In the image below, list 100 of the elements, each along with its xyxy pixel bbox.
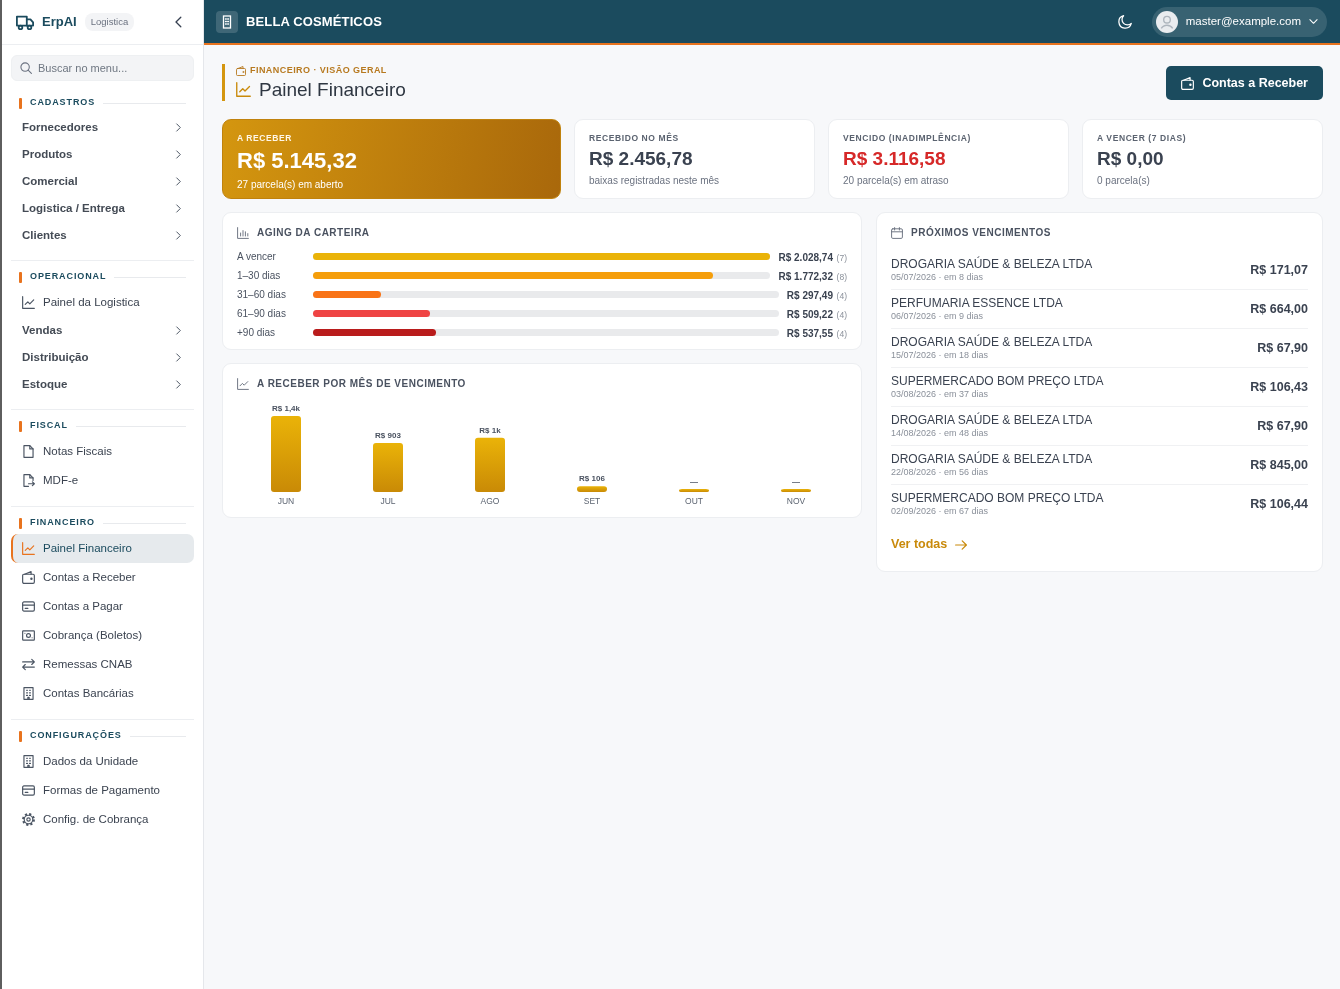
aging-count: (4) (836, 329, 847, 339)
due-amount: R$ 67,90 (1257, 339, 1308, 357)
due-amount: R$ 106,44 (1250, 495, 1308, 513)
aging-count: (8) (836, 272, 847, 282)
kpi-label: A VENCER (7 DIAS) (1097, 132, 1188, 145)
sidebar-item[interactable]: Comercial (11, 168, 194, 195)
bar-value-label: R$ 1,4k (272, 404, 300, 414)
due-date-text: 02/09/2026 · em 67 dias (891, 505, 990, 518)
line-chart-icon (22, 296, 35, 309)
moon-icon (1117, 14, 1132, 29)
sidebar-item[interactable]: Vendas (11, 317, 194, 344)
aging-amount: R$ 297,49 (786, 290, 833, 301)
sidebar-item[interactable]: Contas a Receber (11, 563, 194, 592)
chart-bar (373, 443, 403, 493)
theme-toggle-button[interactable] (1117, 14, 1132, 29)
credit-card-icon (22, 600, 35, 613)
accent-bar-icon (19, 97, 22, 109)
due-date-text: 05/07/2026 · em 8 dias (891, 271, 985, 284)
receivables-button[interactable]: Contas a Receber (1166, 66, 1323, 100)
kpi-note: 27 parcela(s) em aberto (237, 177, 345, 192)
sidebar-item[interactable]: Contas Bancárias (11, 679, 194, 708)
swap-arrows-icon (22, 658, 35, 671)
customer-name: DROGARIA SAÚDE & BELEZA LTDA (891, 257, 1093, 272)
line-chart-icon (22, 542, 35, 555)
sidebar-item[interactable]: Logistica / Entrega (11, 195, 194, 222)
aging-amount: R$ 509,22 (786, 309, 833, 320)
calendar-icon (891, 226, 903, 239)
chart-title: A RECEBER POR MÊS DE VENCIMENTO (257, 376, 466, 392)
sidebar-item[interactable]: Estoque (11, 371, 194, 398)
aging-amount: R$ 537,55 (786, 328, 833, 339)
building-icon (216, 10, 238, 33)
customer-name: SUPERMERCADO BOM PREÇO LTDA (891, 374, 1104, 389)
month-label: JUN (277, 496, 295, 507)
sidebar-item[interactable]: Contas a Pagar (11, 592, 194, 621)
aging-label: 1–30 dias (237, 269, 282, 284)
chart-bar (475, 437, 505, 493)
due-amount: R$ 845,00 (1250, 456, 1308, 474)
chevron-right-icon (174, 231, 183, 240)
sidebar-item[interactable]: Painel da Logistica (11, 288, 194, 317)
due-date-text: 03/08/2026 · em 37 dias (891, 388, 990, 401)
chart-bar (679, 489, 709, 493)
document-arrow-icon (22, 474, 35, 487)
due-amount: R$ 67,90 (1257, 417, 1308, 435)
breadcrumb: FINANCEIRO · VISÃO GERAL (250, 64, 387, 77)
section-title: FINANCEIRO (30, 516, 95, 530)
sidebar-item[interactable]: Formas de Pagamento (11, 776, 194, 805)
due-date-text: 06/07/2026 · em 9 dias (891, 310, 985, 323)
chevron-right-icon (174, 380, 183, 389)
user-menu-button[interactable]: master@example.com (1151, 6, 1327, 37)
aging-label: +90 dias (237, 326, 277, 341)
bar-value-label: — (690, 477, 698, 487)
line-chart-icon (237, 377, 249, 390)
document-icon (22, 445, 35, 458)
accent-bar-icon (19, 420, 22, 432)
wallet-icon (1181, 76, 1195, 90)
bar-chart-icon (237, 226, 249, 239)
sidebar-item[interactable]: Produtos (11, 141, 194, 168)
sidebar-item[interactable]: Painel Financeiro (11, 534, 194, 563)
sidebar-item[interactable]: Cobrança (Boletos) (11, 621, 194, 650)
aging-label: 61–90 dias (237, 307, 287, 322)
accent-bar-icon (19, 271, 22, 283)
chart-bar (577, 486, 607, 493)
sidebar-item[interactable]: Clientes (11, 222, 194, 249)
kpi-value: R$ 2.456,78 (589, 147, 694, 171)
bar-value-label: R$ 106 (579, 474, 605, 484)
building-icon (22, 755, 35, 768)
due-amount: R$ 171,07 (1250, 261, 1308, 279)
month-label: NOV (786, 496, 806, 507)
bar-value-label: R$ 903 (375, 431, 401, 441)
bar-value-label: — (792, 477, 800, 487)
bar-value-label: R$ 1k (479, 425, 501, 435)
kpi-note: 20 parcela(s) em atraso (843, 173, 950, 188)
sidebar-item[interactable]: Dados da Unidade (11, 747, 194, 776)
sidebar-item[interactable]: Distribuição (11, 344, 194, 371)
accent-bar-icon (19, 517, 22, 529)
due-date-text: 22/08/2026 · em 56 dias (891, 466, 990, 479)
sidebar-item[interactable]: Notas Fiscais (11, 437, 194, 466)
truck-icon (16, 13, 34, 31)
month-label: OUT (685, 496, 703, 507)
building-icon (22, 687, 35, 700)
customer-name: DROGARIA SAÚDE & BELEZA LTDA (891, 335, 1093, 350)
banknote-icon (22, 629, 35, 642)
sidebar-item[interactable]: MDF-e (11, 466, 194, 495)
line-chart-icon (236, 81, 251, 97)
customer-name: PERFUMARIA ESSENCE LTDA (891, 296, 1063, 311)
customer-name: DROGARIA SAÚDE & BELEZA LTDA (891, 413, 1093, 428)
chevron-down-icon (1309, 17, 1318, 26)
company-name: BELLA COSMÉTICOS (246, 12, 382, 31)
wallet-icon (22, 571, 35, 584)
kpi-label: A RECEBER (237, 132, 294, 145)
due-date-text: 14/08/2026 · em 48 dias (891, 427, 990, 440)
brand-name: ErpAI (42, 13, 77, 32)
chevron-right-icon (174, 353, 183, 362)
page-title: Painel Financeiro (259, 77, 406, 102)
sidebar-item[interactable]: Fornecedores (11, 114, 194, 141)
sidebar-item[interactable]: Remessas CNAB (11, 650, 194, 679)
menu-search-field[interactable]: Buscar no menu... (11, 55, 194, 81)
sidebar-item[interactable]: Config. de Cobrança (11, 805, 194, 834)
kpi-label: VENCIDO (INADIMPLÊNCIA) (843, 132, 972, 145)
kpi-note: 0 parcela(s) (1097, 173, 1151, 188)
